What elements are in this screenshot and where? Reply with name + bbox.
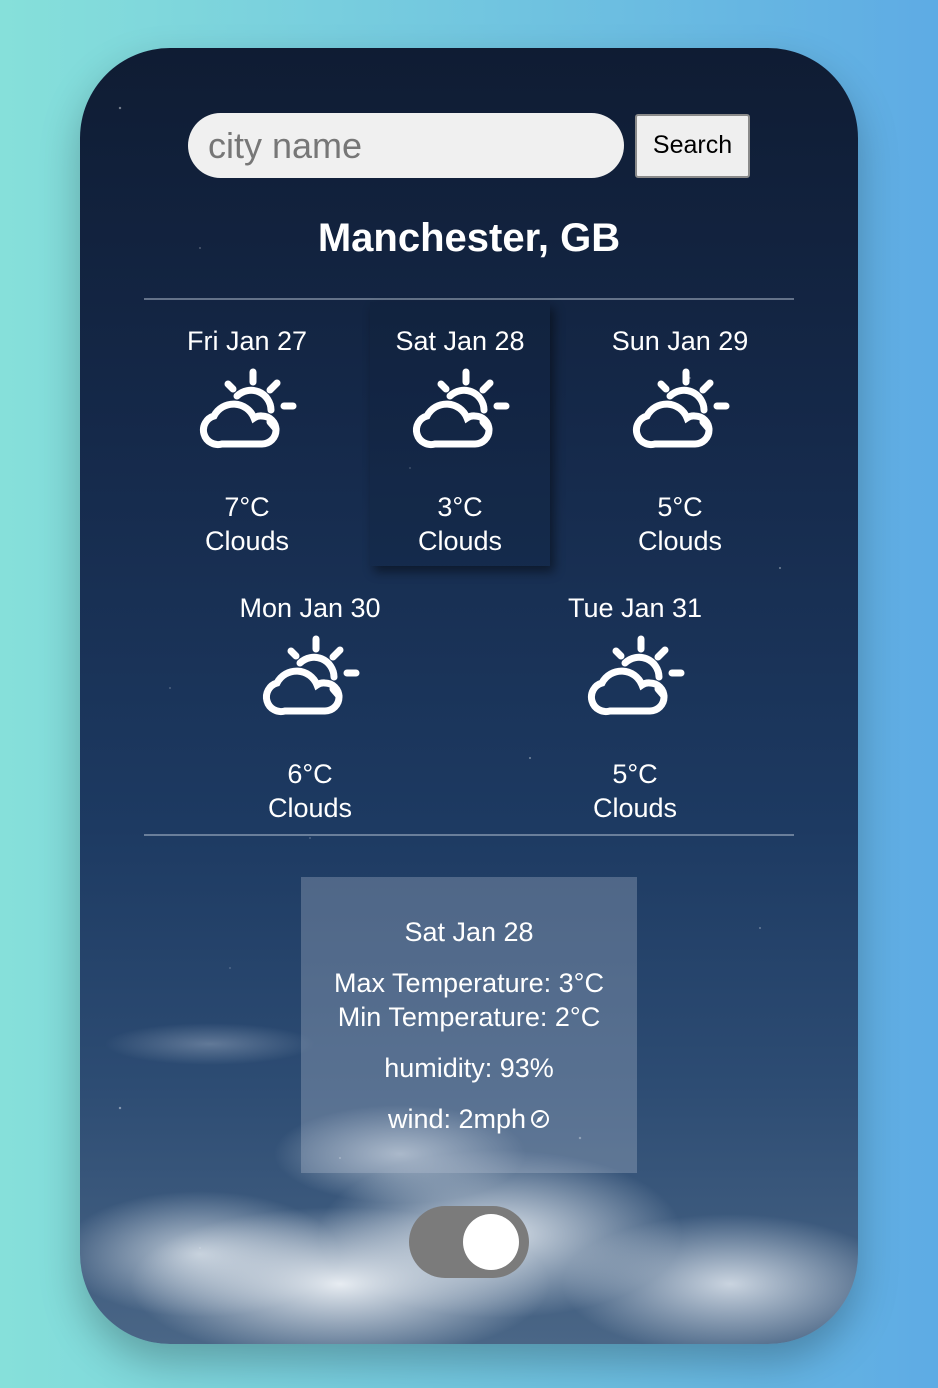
forecast-date: Sun Jan 29 <box>611 326 749 356</box>
forecast-date: Sat Jan 28 <box>395 326 525 356</box>
weather-card: Search Manchester, GB Fri Jan 27 7°C Clo… <box>80 48 858 1344</box>
forecast-condition: Clouds <box>204 526 290 556</box>
details-wind-text: wind: 2mph <box>387 1104 527 1134</box>
forecast-date: Tue Jan 31 <box>567 593 703 623</box>
search-bar: Search <box>188 113 750 178</box>
details-date: Sat Jan 28 <box>404 917 534 947</box>
details-humidity: humidity: 93% <box>384 1053 554 1083</box>
forecast-condition: Clouds <box>417 526 503 556</box>
partly-cloudy-icon <box>262 635 360 716</box>
search-input[interactable] <box>188 113 624 178</box>
forecast-date: Fri Jan 27 <box>186 326 308 356</box>
forecast-temp: 5°C <box>612 759 658 789</box>
forecast-day-sun-jan-29[interactable]: Sun Jan 29 5°C Clouds <box>590 302 770 566</box>
forecast-condition: Clouds <box>637 526 723 556</box>
forecast-temp: 7°C <box>224 492 270 522</box>
forecast-day-sat-jan-28[interactable]: Sat Jan 28 3°C Clouds <box>370 302 550 566</box>
search-button[interactable]: Search <box>635 113 750 178</box>
toggle-knob[interactable] <box>463 1214 519 1270</box>
partly-cloudy-icon <box>632 368 730 449</box>
partly-cloudy-icon <box>412 368 510 449</box>
forecast-temp: 3°C <box>437 492 483 522</box>
forecast-date: Mon Jan 30 <box>239 593 381 623</box>
details-max-temp: Max Temperature: 3°C <box>334 968 604 998</box>
forecast-day-fri-jan-27[interactable]: Fri Jan 27 7°C Clouds <box>157 302 337 566</box>
forecast-condition: Clouds <box>267 793 353 823</box>
forecast-temp: 6°C <box>287 759 333 789</box>
wind-direction-icon <box>531 1110 550 1128</box>
divider-bottom <box>144 834 794 836</box>
details-wind: wind: 2mph <box>301 1102 637 1136</box>
forecast-day-tue-jan-31[interactable]: Tue Jan 31 5°C Clouds <box>545 569 725 833</box>
city-title: Manchester, GB <box>317 216 621 260</box>
theme-toggle[interactable] <box>409 1206 529 1278</box>
forecast-condition: Clouds <box>592 793 678 823</box>
partly-cloudy-icon <box>199 368 297 449</box>
weather-details-panel: Sat Jan 28 Max Temperature: 3°C Min Temp… <box>301 877 637 1173</box>
forecast-day-mon-jan-30[interactable]: Mon Jan 30 6°C Clouds <box>220 569 400 833</box>
partly-cloudy-icon <box>587 635 685 716</box>
forecast-temp: 5°C <box>657 492 703 522</box>
details-min-temp: Min Temperature: 2°C <box>337 1002 601 1032</box>
divider-top <box>144 298 794 300</box>
